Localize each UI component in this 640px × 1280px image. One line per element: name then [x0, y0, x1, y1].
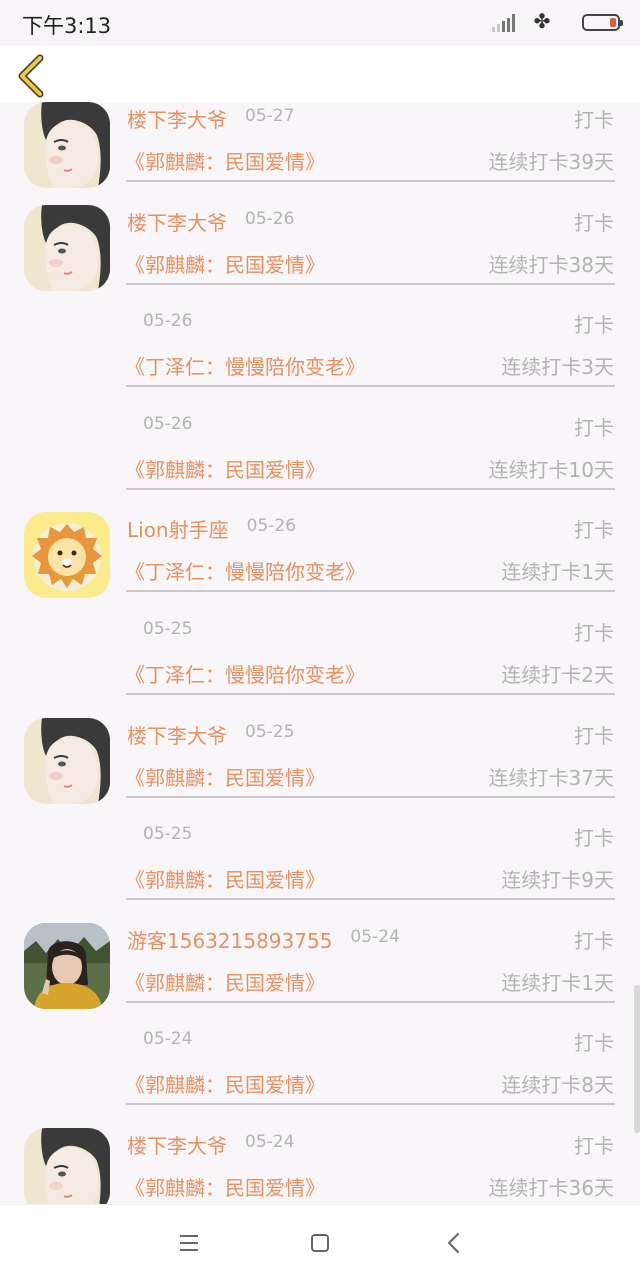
user-name[interactable]: 楼下李大爷 — [127, 720, 227, 749]
action-label: 打卡 — [574, 620, 614, 645]
checkin-item[interactable]: 楼下李大爷 05-25 打卡《郭麒麟：民国爱情》 连续打卡37天 — [0, 690, 640, 804]
screen: 下午3:13 ✤ 楼下李大爷 05-27 打卡 《郭麒麟：民国爱情》 连续打卡39天 楼下… — [0, 0, 640, 1280]
avatar[interactable] — [24, 204, 110, 291]
checkin-item[interactable]: 05-24 打卡《郭麒麟：民国爱情》 连续打卡8天 — [0, 997, 640, 1106]
work-title-link[interactable]: 《郭麒麟：民国爱情》 — [125, 762, 325, 791]
checkin-date: 05-26 — [143, 413, 193, 434]
streak-count: 连续打卡39天 — [488, 150, 614, 174]
checkin-date: 05-25 — [143, 824, 193, 845]
streak-count: 连续打卡1天 — [501, 970, 614, 995]
battery-icon — [582, 14, 623, 31]
action-label: 打卡 — [574, 826, 614, 851]
checkin-date: 05-26 — [246, 516, 297, 537]
status-time: 下午3:13 — [22, 14, 112, 38]
streak-count: 连续打卡36天 — [488, 1175, 614, 1200]
user-name[interactable]: 游客1563215893755 — [127, 925, 332, 954]
avatar[interactable] — [24, 102, 110, 188]
work-title-link[interactable]: 《郭麒麟：民国爱情》 — [125, 1069, 325, 1098]
checkin-item[interactable]: 05-25 打卡《郭麒麟：民国爱情》 连续打卡9天 — [0, 792, 640, 901]
checkin-date: 05-24 — [143, 1029, 193, 1050]
scrollbar[interactable] — [634, 985, 640, 1133]
checkin-date: 05-24 — [245, 1131, 295, 1152]
menu-icon[interactable] — [177, 1231, 201, 1255]
work-title-link[interactable]: 《丁泽仁：慢慢陪你变老》 — [125, 659, 365, 688]
avatar[interactable] — [24, 922, 110, 1009]
battery-level — [610, 18, 616, 27]
action-label: 打卡 — [574, 108, 614, 132]
user-name[interactable]: 楼下李大爷 — [127, 1130, 227, 1159]
user-name[interactable]: 楼下李大爷 — [127, 207, 227, 236]
system-nav — [0, 1204, 640, 1280]
action-label: 打卡 — [574, 518, 614, 543]
feed-list: 楼下李大爷 05-27 打卡 《郭麒麟：民国爱情》 连续打卡39天 楼下李大爷 05-26 打… — [0, 102, 640, 1204]
signal-icon — [492, 14, 518, 32]
streak-count: 连续打卡8天 — [501, 1073, 614, 1098]
checkin-date: 05-25 — [245, 721, 295, 742]
work-title-link[interactable]: 《郭麒麟：民国爱情》 — [125, 1172, 325, 1201]
status-bar: 下午3:13 ✤ — [0, 0, 640, 46]
checkin-item[interactable]: 游客1563215893755 05-24 打卡《郭麒麟：民国爱情》 连续打卡1天 — [0, 895, 640, 1009]
home-square-icon[interactable] — [308, 1231, 332, 1255]
checkin-item[interactable]: 楼下李大爷 05-26 打卡《郭麒麟：民国爱情》 连续打卡38天 — [0, 177, 640, 291]
checkin-date: 05-27 — [245, 106, 295, 126]
back-button[interactable] — [10, 50, 54, 98]
action-label: 打卡 — [574, 415, 614, 440]
checkin-item[interactable]: 05-26 打卡《郭麒麟：民国爱情》 连续打卡10天 — [0, 382, 640, 490]
user-name[interactable]: 楼下李大爷 — [127, 104, 227, 133]
streak-count: 连续打卡37天 — [488, 765, 614, 790]
avatar[interactable] — [24, 1127, 110, 1204]
work-title-link[interactable]: 《郭麒麟：民国爱情》 — [125, 249, 325, 278]
checkin-date: 05-26 — [245, 208, 295, 229]
clover-icon: ✤ — [533, 9, 551, 33]
work-title-link[interactable]: 《郭麒麟：民国爱情》 — [125, 967, 325, 996]
work-title-link[interactable]: 《丁泽仁：慢慢陪你变老》 — [125, 351, 365, 380]
avatar[interactable] — [24, 717, 110, 804]
checkin-date: 05-25 — [143, 618, 193, 639]
checkin-item[interactable]: 05-26 打卡《丁泽仁：慢慢陪你变老》 连续打卡3天 — [0, 279, 640, 388]
work-title-link[interactable]: 《郭麒麟：民国爱情》 — [125, 454, 325, 483]
streak-count: 连续打卡3天 — [501, 355, 614, 380]
streak-count: 连续打卡1天 — [501, 560, 614, 585]
streak-count: 连续打卡10天 — [488, 457, 614, 482]
checkin-date: 05-24 — [350, 926, 400, 947]
work-title-link[interactable]: 《丁泽仁：慢慢陪你变老》 — [125, 556, 365, 585]
checkin-feed[interactable]: 楼下李大爷 05-27 打卡 《郭麒麟：民国爱情》 连续打卡39天 楼下李大爷 05-26 打… — [0, 102, 640, 1204]
checkin-item[interactable]: 楼下李大爷 05-27 打卡《郭麒麟：民国爱情》 连续打卡39天 — [0, 102, 640, 188]
streak-count: 连续打卡38天 — [488, 252, 614, 277]
checkin-item[interactable]: 楼下李大爷 05-24 打卡《郭麒麟：民国爱情》 连续打卡36天 — [0, 1100, 640, 1204]
checkin-date: 05-26 — [143, 311, 193, 332]
streak-count: 连续打卡9天 — [501, 868, 614, 893]
chevron-left-icon — [18, 54, 44, 98]
checkin-item[interactable]: 05-25 打卡《丁泽仁：慢慢陪你变老》 连续打卡2天 — [0, 587, 640, 695]
avatar[interactable] — [24, 512, 110, 599]
action-label: 打卡 — [574, 928, 614, 953]
action-label: 打卡 — [574, 1133, 614, 1158]
work-title-link[interactable]: 《郭麒麟：民国爱情》 — [125, 146, 325, 175]
user-name[interactable]: Lion射手座 — [127, 514, 229, 543]
streak-count: 连续打卡2天 — [501, 662, 614, 687]
checkin-item[interactable]: Lion射手座 05-26 打卡《丁泽仁：慢慢陪你变老》 连续打卡1天 — [0, 484, 640, 599]
action-label: 打卡 — [574, 313, 614, 338]
action-label: 打卡 — [574, 210, 614, 235]
work-title-link[interactable]: 《郭麒麟：民国爱情》 — [125, 864, 325, 893]
back-triangle-icon[interactable] — [443, 1231, 467, 1255]
action-label: 打卡 — [574, 1031, 614, 1056]
action-label: 打卡 — [574, 723, 614, 748]
nav-bar — [0, 46, 640, 102]
